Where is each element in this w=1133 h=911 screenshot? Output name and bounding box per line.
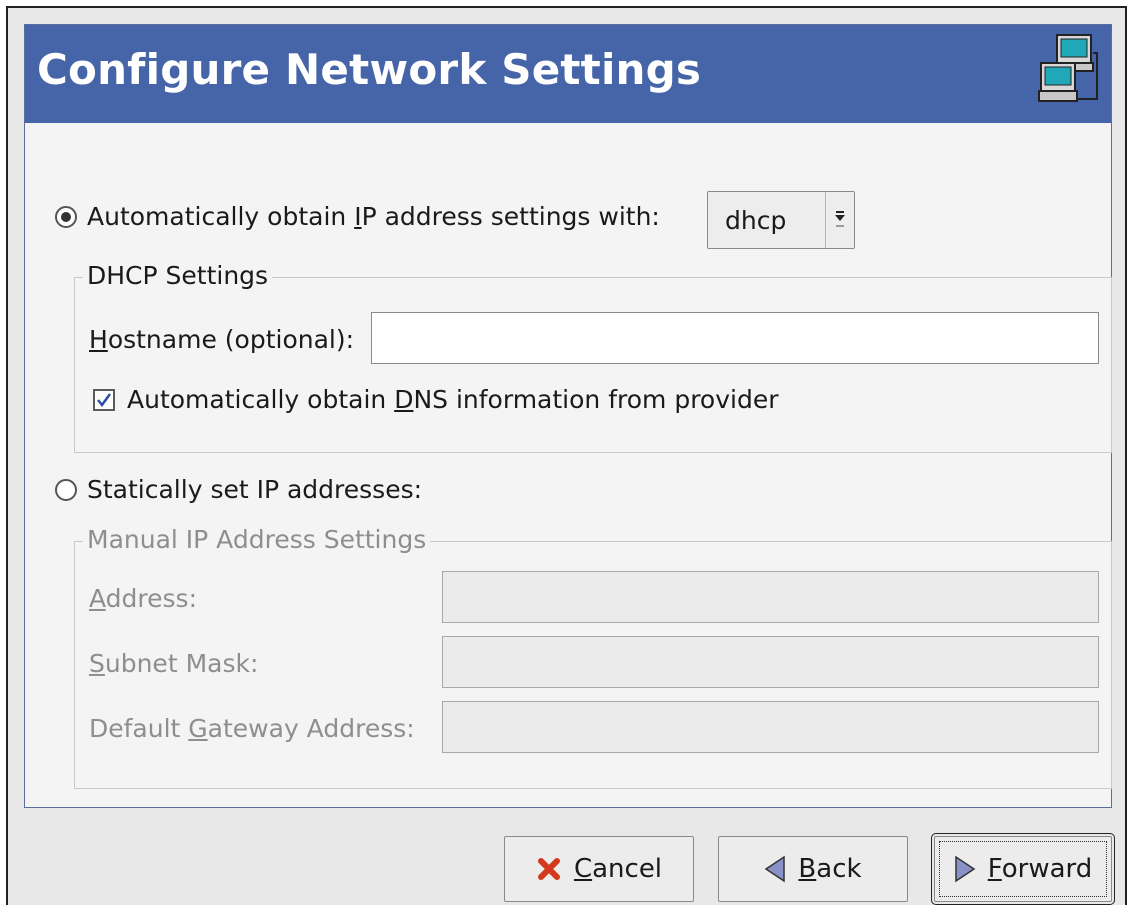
address-label-rest: ddress: (105, 584, 197, 613)
header-banner: Configure Network Settings (25, 25, 1111, 123)
ip-method-value: dhcp (725, 205, 787, 235)
gateway-label-post: ateway Address: (207, 714, 415, 743)
cancel-rest: ancel (592, 854, 663, 884)
auto-ip-radio-row[interactable]: Automatically obtain IP address settings… (55, 202, 660, 231)
dns-checkbox-row[interactable]: Automatically obtain DNS information fro… (93, 385, 779, 414)
back-button[interactable]: Back (718, 836, 908, 902)
cancel-button-label: Cancel (574, 854, 662, 884)
static-ip-label: Statically set IP addresses: (87, 475, 423, 504)
hostname-label: Hostname (optional): (89, 325, 354, 354)
close-icon (537, 858, 560, 880)
address-label: Address: (89, 584, 197, 613)
content-panel: Configure Network Settings Automatically… (24, 24, 1112, 808)
dns-label-post: NS information from provider (413, 385, 779, 414)
forward-button-label: Forward (988, 854, 1093, 884)
auto-ip-label-post: P address settings with: (361, 202, 660, 231)
subnet-label-rest: ubnet Mask: (104, 649, 259, 678)
gateway-label-mnemonic: G (188, 714, 208, 743)
dns-label-mnemonic: D (394, 385, 414, 414)
radio-selected-dot (61, 211, 71, 222)
forward-button[interactable]: Forward (931, 833, 1115, 905)
back-mnemonic: B (798, 854, 817, 884)
auto-ip-label: Automatically obtain IP address settings… (87, 202, 660, 231)
manual-ip-legend: Manual IP Address Settings (83, 525, 431, 554)
dns-label: Automatically obtain DNS information fro… (127, 385, 779, 414)
dns-label-pre: Automatically obtain (127, 385, 395, 414)
cancel-mnemonic: C (573, 854, 593, 884)
subnet-mask-input[interactable] (442, 636, 1099, 688)
address-input[interactable] (442, 571, 1099, 623)
back-button-label: Back (798, 854, 861, 884)
back-arrow-icon (765, 855, 786, 883)
forward-mnemonic: F (987, 854, 1002, 884)
static-ip-radio-row[interactable]: Statically set IP addresses: (55, 475, 422, 504)
page-title: Configure Network Settings (37, 45, 702, 94)
auto-ip-label-mnemonic: I (354, 202, 362, 231)
forward-rest: orward (1001, 854, 1093, 884)
cancel-button[interactable]: Cancel (504, 836, 694, 902)
dns-checkbox[interactable] (93, 388, 115, 411)
hostname-input[interactable] (371, 312, 1099, 364)
dialog-window: Configure Network Settings Automatically… (6, 6, 1127, 905)
dhcp-settings-frame: DHCP Settings (74, 261, 1112, 453)
chevron-down-icon[interactable] (826, 209, 854, 231)
hostname-label-rest: ostname (optional): (107, 325, 355, 354)
checkmark-icon (97, 392, 112, 407)
ip-method-combo[interactable]: dhcp (707, 191, 855, 249)
dhcp-settings-legend: DHCP Settings (83, 261, 273, 290)
static-ip-radio[interactable] (55, 478, 77, 501)
subnet-mask-label: Subnet Mask: (89, 649, 258, 678)
network-computers-icon (1038, 34, 1098, 102)
forward-arrow-icon (954, 855, 976, 883)
auto-ip-label-pre: Automatically obtain (87, 202, 355, 231)
gateway-label: Default Gateway Address: (89, 714, 415, 743)
subnet-label-mnemonic: S (89, 649, 105, 678)
hostname-label-mnemonic: H (89, 325, 108, 354)
gateway-label-pre: Default (89, 714, 189, 743)
gateway-input[interactable] (442, 701, 1099, 753)
back-rest: ack (816, 854, 862, 884)
auto-ip-radio[interactable] (55, 205, 77, 228)
address-label-mnemonic: A (89, 584, 106, 613)
